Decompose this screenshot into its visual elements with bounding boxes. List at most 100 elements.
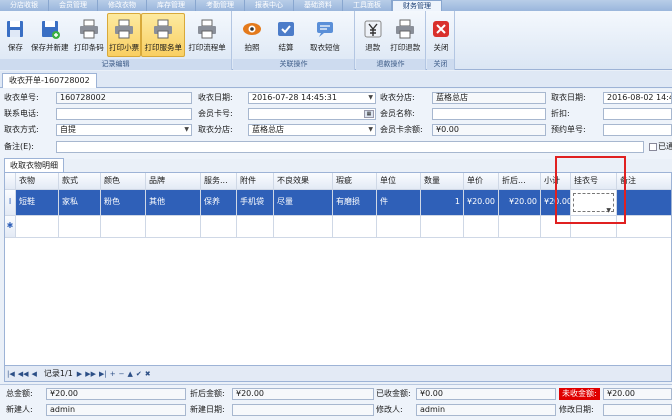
pickup-date-field[interactable]: 2016-08-02 14:45 <box>603 92 672 104</box>
tab-store-cashier[interactable]: 分店收银 <box>0 0 49 11</box>
column-header[interactable]: 瑕疵 <box>333 173 377 190</box>
table-cell[interactable]: 尽量 <box>274 190 333 216</box>
close-button[interactable]: 关闭 <box>429 13 453 57</box>
document-tab[interactable]: 收衣开单-160728002 <box>2 73 97 88</box>
tab-clothes-detail[interactable]: 收取衣物明细 <box>4 158 64 172</box>
print-barcode-button[interactable]: 打印条码 <box>71 13 107 57</box>
tab-modify-clothes[interactable]: 修改衣物 <box>98 0 147 11</box>
column-header[interactable]: 单价 <box>464 173 499 190</box>
pickup-store-select[interactable]: 蓝格总店 ▼ <box>248 124 376 136</box>
photo-button[interactable]: 拍照 <box>235 13 269 57</box>
total-label: 总金额: <box>6 389 33 398</box>
add-record-icon[interactable]: + <box>110 370 116 378</box>
received-field[interactable]: ¥0.00 <box>416 388 556 400</box>
tab-attendance[interactable]: 考勤管理 <box>196 0 245 11</box>
table-cell[interactable] <box>59 216 101 238</box>
modifier-field[interactable]: admin <box>416 404 556 416</box>
table-cell[interactable] <box>377 216 421 238</box>
table-cell[interactable]: 件 <box>377 190 421 216</box>
unreceived-field[interactable]: ¥20.00 <box>603 388 672 400</box>
column-header[interactable]: 颜色 <box>101 173 146 190</box>
table-cell[interactable] <box>333 216 377 238</box>
delete-record-icon[interactable]: − <box>119 370 125 378</box>
table-cell[interactable]: ¥20.00 <box>499 190 541 216</box>
next-record-icon[interactable]: ▶ <box>77 370 82 378</box>
table-cell[interactable] <box>146 216 201 238</box>
table-cell[interactable] <box>101 216 146 238</box>
print-receipt-button[interactable]: 打印小票 <box>106 13 142 57</box>
column-header[interactable]: 附件 <box>237 173 274 190</box>
edit-record-icon[interactable]: ▲ <box>127 370 132 378</box>
tab-inventory[interactable]: 库存管理 <box>147 0 196 11</box>
tab-member-management[interactable]: 会员管理 <box>49 0 98 11</box>
tab-base-data[interactable]: 基础资料 <box>294 0 343 11</box>
column-header[interactable]: 折后... <box>499 173 541 190</box>
calculator-icon[interactable]: ▦ <box>364 110 374 118</box>
print-process-order-button[interactable]: 打印流程单 <box>185 13 229 57</box>
column-header[interactable]: 数量 <box>421 173 464 190</box>
group-label-refund: 退款操作 <box>356 59 425 70</box>
group-record-edit: 保存 保存并新建 打印条码 打印小票 打印服务单 打印流程单 记录编辑 <box>0 11 232 70</box>
column-header[interactable]: 品牌 <box>146 173 201 190</box>
first-record-icon[interactable]: |◀ <box>7 370 15 378</box>
total-field[interactable]: ¥20.00 <box>46 388 186 400</box>
table-cell[interactable]: 粉色 <box>101 190 146 216</box>
modifier-label: 修改人: <box>376 405 403 414</box>
pickup-method-select[interactable]: 自提 ▼ <box>56 124 192 136</box>
next-page-icon[interactable]: ▶▶ <box>85 370 96 378</box>
order-no-field[interactable]: 160728002 <box>56 92 192 104</box>
table-cell[interactable]: 家私 <box>59 190 101 216</box>
save-button[interactable]: 保存 <box>2 13 29 57</box>
column-header[interactable]: 衣物 <box>16 173 59 190</box>
column-header[interactable]: 款式 <box>59 173 101 190</box>
tab-tools[interactable]: 工具面板 <box>343 0 392 11</box>
phone-field[interactable] <box>56 108 192 120</box>
table-cell[interactable]: 保养 <box>201 190 237 216</box>
table-cell[interactable]: 短鞋 <box>16 190 59 216</box>
tab-finance[interactable]: 财务管理 <box>392 0 442 11</box>
save-and-new-button[interactable]: 保存并新建 <box>29 13 71 57</box>
table-cell[interactable] <box>201 216 237 238</box>
printer-icon <box>198 19 217 39</box>
prev-page-icon[interactable]: ◀◀ <box>18 370 29 378</box>
printer-icon <box>396 19 415 39</box>
discount-field[interactable] <box>603 108 672 120</box>
member-card-field[interactable]: ▦ <box>248 108 376 120</box>
table-cell[interactable]: 1 <box>421 190 464 216</box>
tab-reports[interactable]: 报表中心 <box>245 0 294 11</box>
card-balance-field[interactable]: ¥0.00 <box>432 124 546 136</box>
print-refund-button[interactable]: 打印退款 <box>388 13 423 57</box>
table-cell[interactable]: 手机袋 <box>237 190 274 216</box>
column-header[interactable]: 服务... <box>201 173 237 190</box>
modified-date-field[interactable] <box>603 404 672 416</box>
table-cell[interactable] <box>464 216 499 238</box>
reserve-no-field[interactable] <box>603 124 672 136</box>
receive-date-field[interactable]: 2016-07-28 14:45:31 ▼ <box>248 92 376 104</box>
table-cell[interactable]: ¥20.00 <box>464 190 499 216</box>
prev-record-icon[interactable]: ◀ <box>32 370 37 378</box>
column-header[interactable]: 不良效果 <box>274 173 333 190</box>
settle-button[interactable]: 结算 <box>269 13 303 57</box>
print-service-order-button[interactable]: 打印服务单 <box>141 13 186 57</box>
table-cell[interactable] <box>237 216 274 238</box>
table-cell[interactable] <box>274 216 333 238</box>
new-row-icon: ✱ <box>5 216 16 238</box>
receive-store-field[interactable]: 蓝格总店 <box>432 92 546 104</box>
table-cell[interactable] <box>499 216 541 238</box>
table-cell[interactable] <box>16 216 59 238</box>
checkbox[interactable] <box>649 143 657 151</box>
refund-button[interactable]: 退款 <box>358 13 388 57</box>
member-name-field[interactable] <box>432 108 546 120</box>
column-header[interactable]: 单位 <box>377 173 421 190</box>
table-cell[interactable]: 有磨损 <box>333 190 377 216</box>
created-date-field[interactable] <box>232 404 374 416</box>
last-record-icon[interactable]: ▶| <box>99 370 107 378</box>
discounted-field[interactable]: ¥20.00 <box>232 388 374 400</box>
remark-field[interactable] <box>56 141 644 153</box>
confirm-icon[interactable]: ✔ <box>136 370 142 378</box>
table-cell[interactable]: 其他 <box>146 190 201 216</box>
table-cell[interactable] <box>421 216 464 238</box>
creator-field[interactable]: admin <box>46 404 186 416</box>
pickup-sms-button[interactable]: 取衣短信 <box>303 13 347 57</box>
cancel-icon[interactable]: ✖ <box>145 370 151 378</box>
